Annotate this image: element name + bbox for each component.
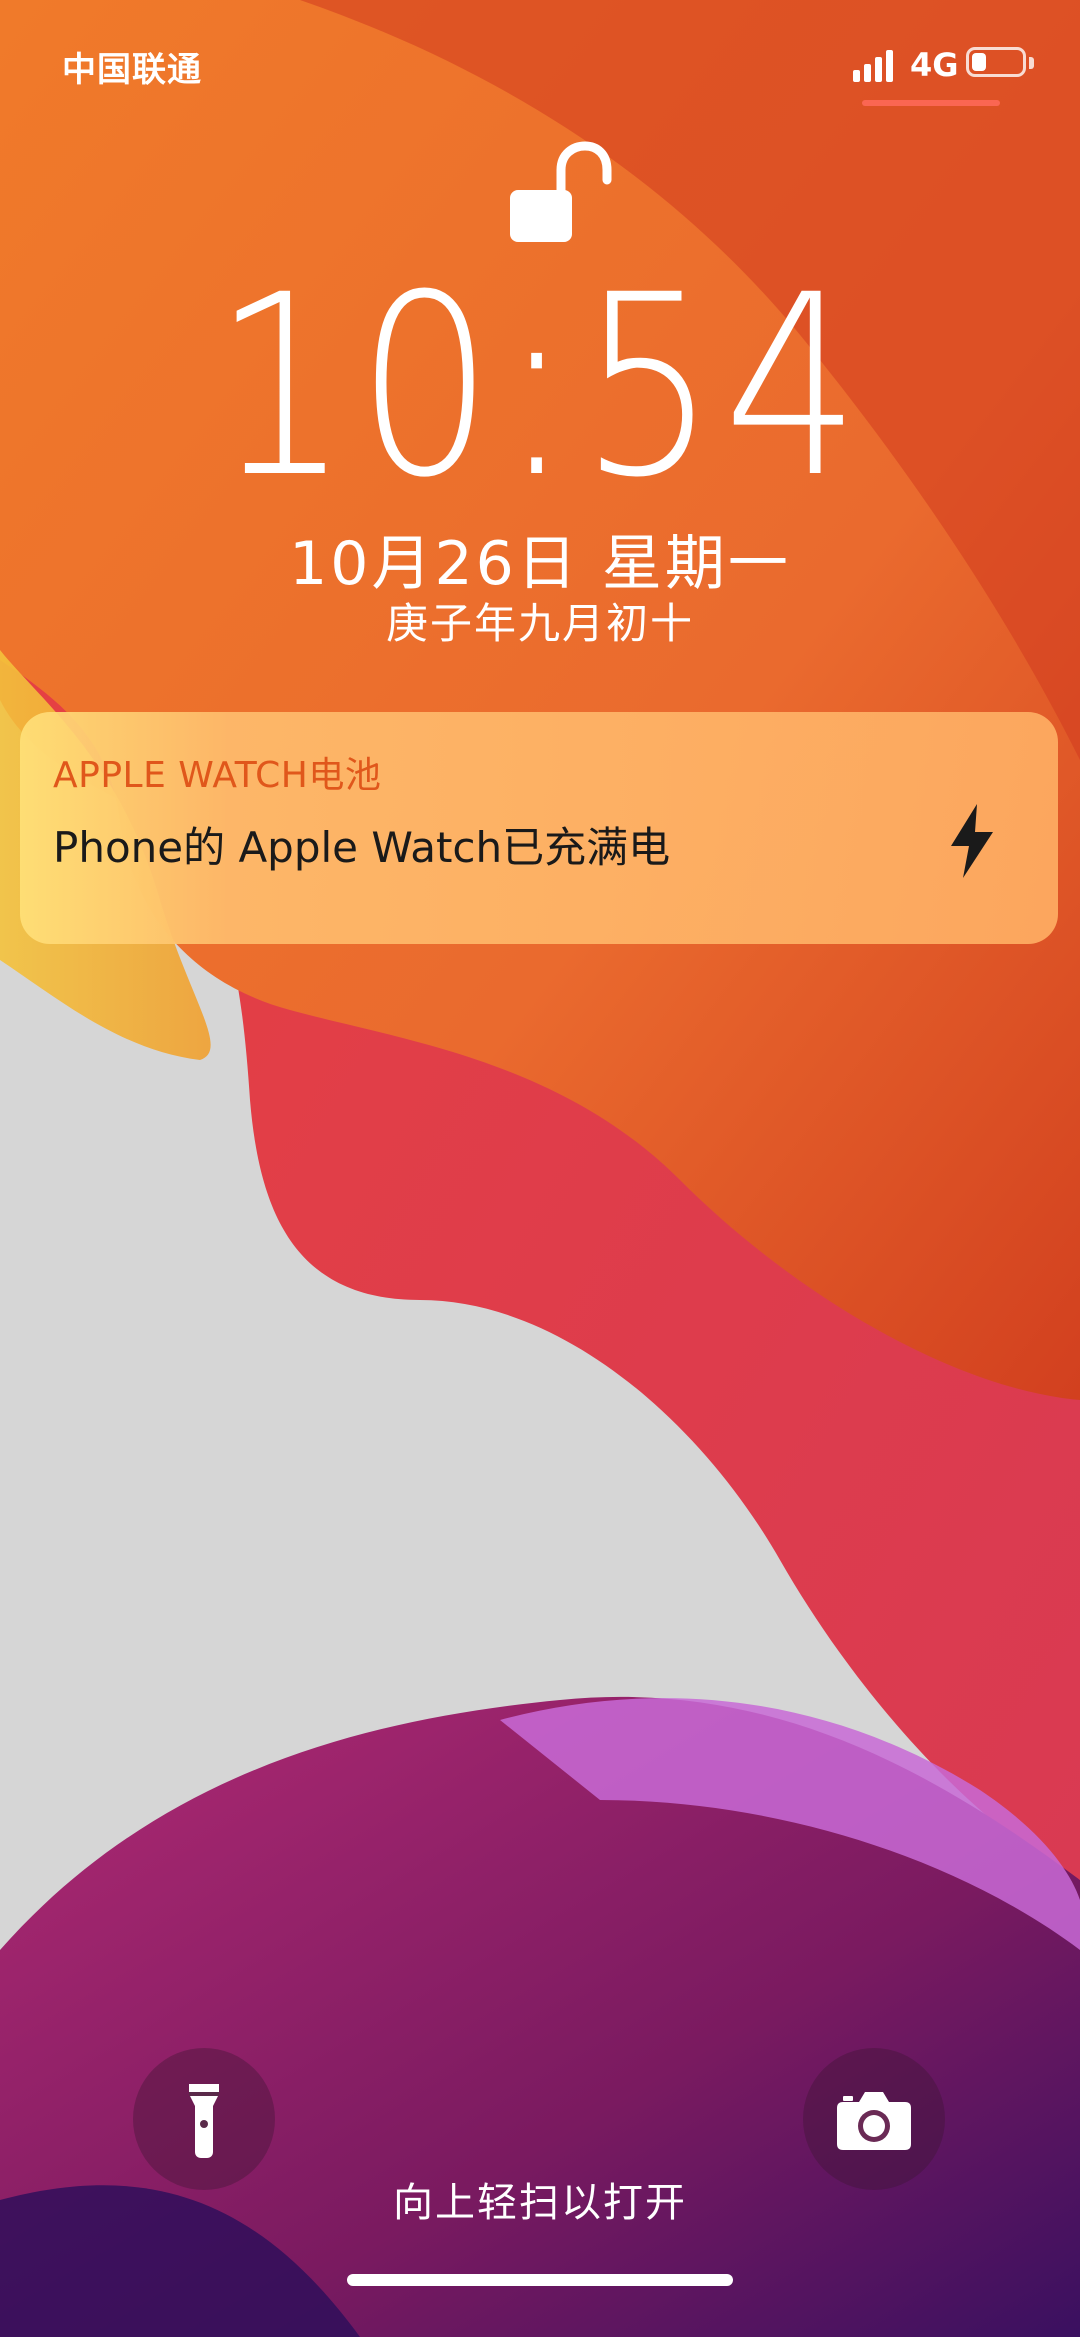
network-type: 4G [910,46,959,84]
camera-button[interactable] [803,2048,945,2190]
battery-level [972,53,986,71]
battery-icon [966,47,1026,77]
status-bar: 中国联通 4G [0,0,1080,120]
swipe-up-hint: 向上轻扫以打开 [393,2180,687,2226]
flashlight-icon [189,2084,219,2158]
unlocked-padlock-icon [510,141,612,242]
carrier-name: 中国联通 [62,50,202,90]
status-indicator-bar [862,100,1000,106]
lock-screen-date: 10月26日 星期一 [289,529,791,599]
lunar-date: 庚子年九月初十 [385,599,694,648]
notification-card[interactable]: APPLE WATCH电池 Phone的 Apple Watch已充满电 [20,712,1058,944]
home-indicator[interactable] [347,2274,733,2286]
signal-bars-icon [853,50,897,82]
notification-app-name: APPLE WATCH电池 [53,755,382,796]
lightning-bolt-icon [951,804,993,878]
flashlight-button[interactable] [133,2048,275,2190]
notification-message: Phone的 Apple Watch已充满电 [53,823,671,872]
battery-cap [1029,57,1034,69]
camera-icon [837,2092,911,2150]
lock-screen-time: 10:54 [212,241,868,532]
